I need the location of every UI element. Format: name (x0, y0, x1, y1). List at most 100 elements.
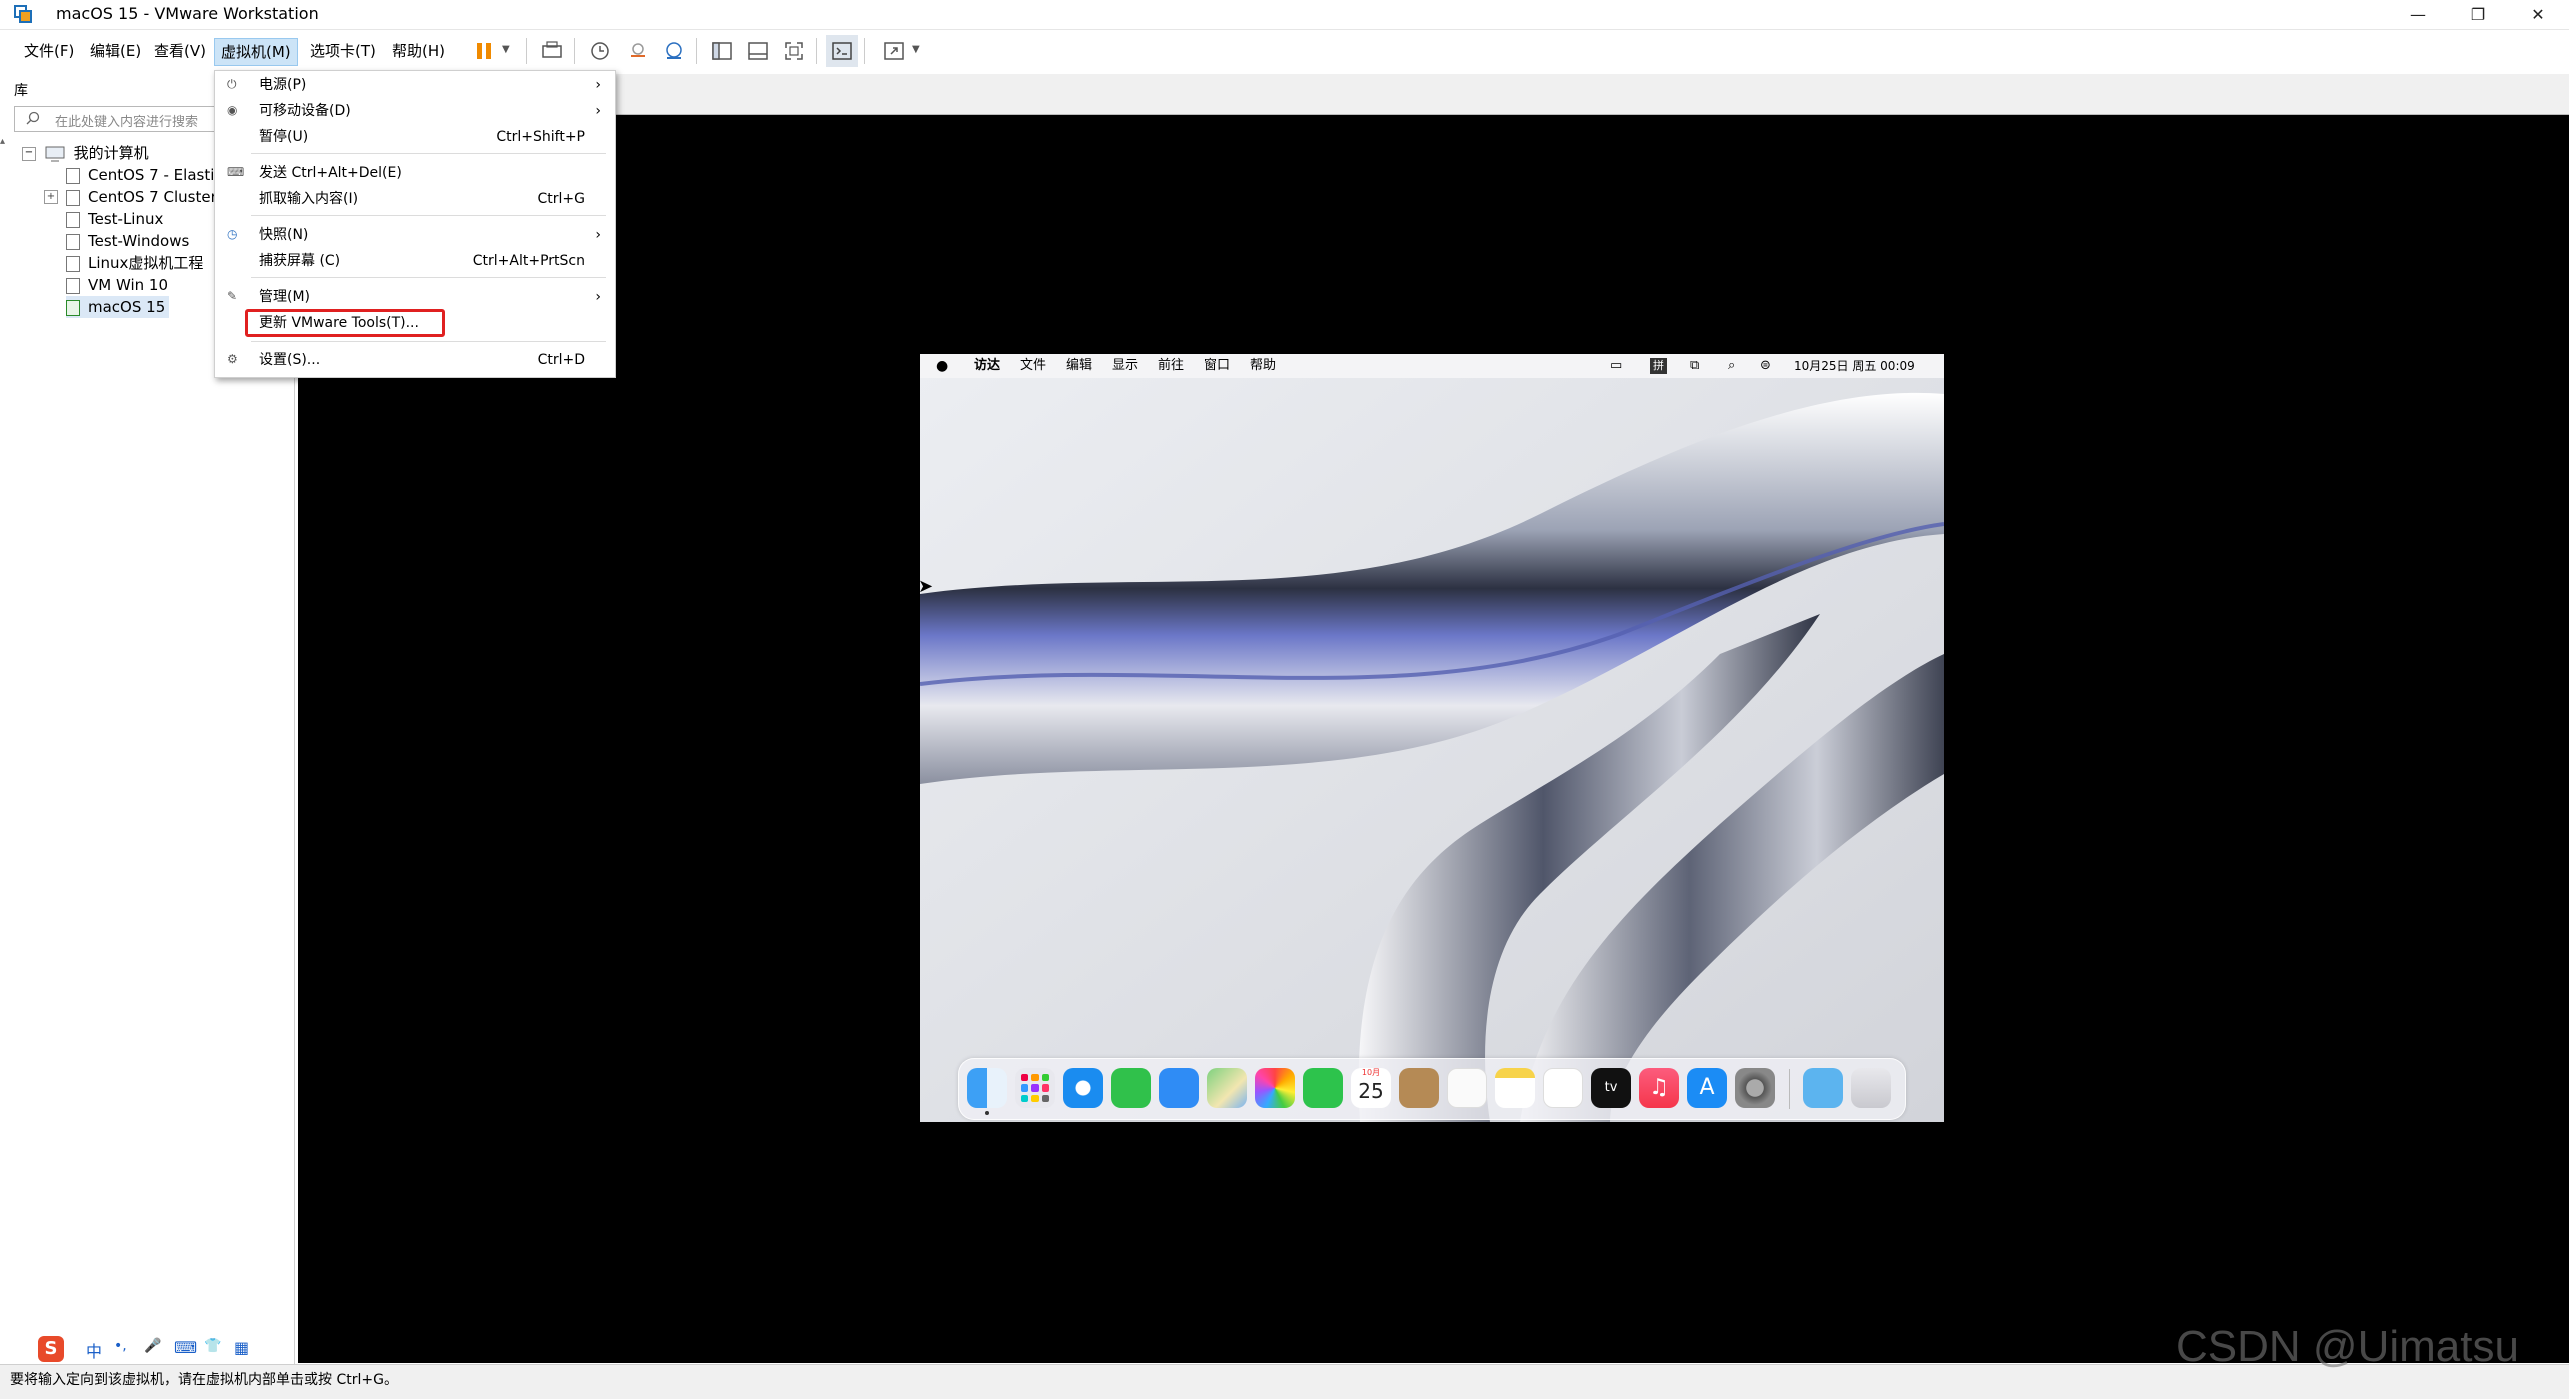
fullscreen-icon (785, 42, 803, 60)
spotlight-search-icon[interactable]: ⌕ (1728, 354, 1735, 378)
maps-icon[interactable] (1207, 1068, 1247, 1108)
tree-vm-item[interactable]: CentOS 7 Cluster (66, 186, 217, 208)
collapse-toggle-icon[interactable]: − (22, 146, 36, 161)
system-settings-icon[interactable] (1735, 1068, 1775, 1108)
menu-item-grab-input[interactable]: 抓取输入内容(I) Ctrl+G (215, 187, 615, 211)
toolbar-separator (574, 38, 575, 64)
guest-screen[interactable]: ● 访达 文件 编辑 显示 前往 窗口 帮助 ▭ 拼 ⧉ ⌕ ⊜ 10月25日 … (920, 354, 1944, 1122)
guest-menu-go[interactable]: 前往 (1158, 354, 1184, 378)
close-button[interactable]: ✕ (2508, 0, 2568, 29)
vm-label: CentOS 7 - Elastic (88, 166, 223, 184)
submenu-arrow-icon: › (595, 289, 601, 305)
tree-vm-item[interactable]: VM Win 10 (66, 274, 168, 296)
minimize-button[interactable]: — (2388, 0, 2448, 29)
menu-item-settings[interactable]: ⚙ 设置(S)... Ctrl+D (215, 348, 615, 372)
guest-menu-edit[interactable]: 编辑 (1066, 354, 1092, 378)
pause-button[interactable] (468, 35, 500, 67)
guest-menu-finder[interactable]: 访达 (974, 354, 1000, 378)
app-store-icon[interactable]: A (1687, 1068, 1727, 1108)
input-method-icon[interactable]: 拼 (1650, 358, 1667, 374)
facetime-icon[interactable] (1303, 1068, 1343, 1108)
thumbnail-view-icon (748, 42, 768, 60)
menu-edit[interactable]: 编辑(E) (84, 38, 147, 64)
revert-snapshot-button[interactable] (622, 35, 654, 67)
apple-logo-icon[interactable]: ● (936, 354, 948, 378)
mail-icon[interactable] (1159, 1068, 1199, 1108)
vm-label: macOS 15 (88, 298, 166, 316)
tree-vm-item[interactable]: Test-Linux (66, 208, 163, 230)
photos-icon[interactable] (1255, 1068, 1295, 1108)
guest-menu-window[interactable]: 窗口 (1204, 354, 1230, 378)
menu-item-removable-devices[interactable]: ◉ 可移动设备(D) › (215, 99, 615, 123)
battery-icon[interactable]: ▭ (1610, 354, 1622, 378)
finder-icon[interactable] (967, 1068, 1007, 1108)
mouse-cursor-icon: ➤ (920, 576, 934, 597)
pane-resize-arrow-icon[interactable]: ▴ (0, 136, 5, 147)
guest-menu-file[interactable]: 文件 (1020, 354, 1046, 378)
snapshot-manager-icon (666, 42, 682, 59)
messages-icon[interactable] (1111, 1068, 1151, 1108)
calendar-icon[interactable]: 10月 25 (1351, 1068, 1391, 1108)
menu-item-power[interactable]: ⏻ 电源(P) › (215, 73, 615, 97)
toolbar-separator (526, 38, 527, 64)
stretch-dropdown-icon[interactable]: ▼ (912, 44, 920, 55)
menu-item-capture-screen[interactable]: 捕获屏幕 (C) Ctrl+Alt+PrtScn (215, 249, 615, 273)
menu-vm[interactable]: 虚拟机(M) (214, 38, 298, 66)
full-screen-button[interactable] (778, 35, 810, 67)
ime-chinese-mode[interactable]: 中 (86, 1338, 102, 1362)
snapshot-clock-icon (591, 42, 609, 60)
tree-root-my-computer[interactable]: − 我的计算机 (22, 142, 149, 164)
search-placeholder: 在此处键入内容进行搜索 (55, 115, 199, 130)
notes-icon[interactable] (1495, 1068, 1535, 1108)
snapshot-button[interactable] (584, 35, 616, 67)
ime-skin-icon[interactable]: 👕 (204, 1338, 221, 1354)
console-icon (832, 42, 852, 60)
apple-tv-icon[interactable]: tv (1591, 1068, 1631, 1108)
contacts-icon[interactable] (1399, 1068, 1439, 1108)
guest-menu-view[interactable]: 显示 (1112, 354, 1138, 378)
menu-item-manage[interactable]: ✎ 管理(M) › (215, 285, 615, 309)
thumbnail-bar-button[interactable] (742, 35, 774, 67)
microphone-icon[interactable]: 🎤 (144, 1338, 161, 1354)
menu-item-send-cad[interactable]: ⌨ 发送 Ctrl+Alt+Del(E) (215, 161, 615, 185)
restore-button[interactable]: ❐ (2448, 0, 2508, 29)
tree-vm-item[interactable]: Test-Windows (66, 230, 189, 252)
trash-icon[interactable] (1851, 1068, 1891, 1108)
library-header: 库 (14, 83, 28, 99)
title-bar (0, 0, 2569, 30)
console-view-button[interactable] (826, 35, 858, 67)
tree-vm-item[interactable]: Linux虚拟机工程 (66, 252, 203, 274)
watermark: CSDN @Uimatsu (2176, 1322, 2519, 1371)
pause-dropdown-icon[interactable]: ▼ (502, 44, 510, 55)
running-indicator (985, 1111, 989, 1115)
stretch-button[interactable] (878, 35, 910, 67)
freeform-icon[interactable] (1543, 1068, 1583, 1108)
ime-punctuation[interactable]: •, (114, 1338, 127, 1354)
reminders-icon[interactable] (1447, 1068, 1487, 1108)
ime-toolbox-icon[interactable]: ▦ (234, 1338, 249, 1357)
expand-toggle-icon[interactable]: + (44, 190, 58, 204)
safari-icon[interactable] (1063, 1068, 1103, 1108)
vm-icon (66, 167, 80, 184)
submenu-arrow-icon: › (595, 227, 601, 243)
downloads-folder-icon[interactable] (1803, 1068, 1843, 1108)
menu-help[interactable]: 帮助(H) (386, 38, 451, 64)
screen-mirror-icon[interactable]: ⧉ (1690, 354, 1699, 378)
tree-vm-item[interactable]: CentOS 7 - Elastic (66, 164, 223, 186)
snapshot-manager-button[interactable] (658, 35, 690, 67)
show-library-button[interactable] (706, 35, 738, 67)
sogou-logo-icon[interactable]: S (38, 1336, 64, 1362)
menu-view[interactable]: 查看(V) (148, 38, 212, 64)
control-center-icon[interactable]: ⊜ (1760, 354, 1771, 378)
menu-file[interactable]: 文件(F) (18, 38, 80, 64)
send-cad-button[interactable] (536, 35, 568, 67)
ime-keyboard-icon[interactable]: ⌨ (174, 1338, 197, 1357)
menu-item-snapshot[interactable]: ◷ 快照(N) › (215, 223, 615, 247)
launchpad-icon[interactable] (1015, 1068, 1055, 1108)
guest-menu-help[interactable]: 帮助 (1250, 354, 1276, 378)
tree-vm-item-selected[interactable]: macOS 15 (66, 296, 170, 318)
menu-tabs[interactable]: 选项卡(T) (304, 38, 382, 64)
menu-item-pause[interactable]: 暂停(U) Ctrl+Shift+P (215, 125, 615, 149)
guest-clock[interactable]: 10月25日 周五 00:09 (1794, 354, 1915, 378)
music-icon[interactable]: ♫ (1639, 1068, 1679, 1108)
